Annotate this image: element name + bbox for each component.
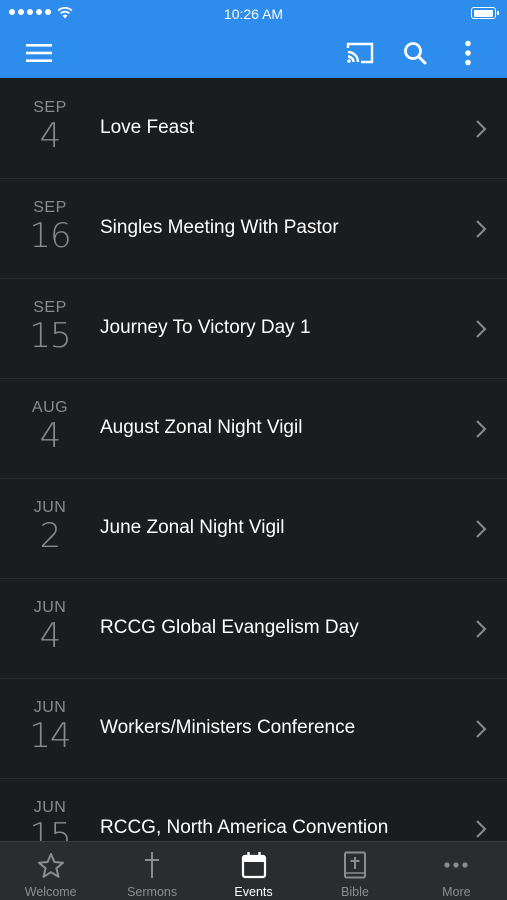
event-day: 4	[39, 616, 62, 656]
event-month: JUN	[33, 799, 67, 816]
chevron-right-icon	[476, 220, 487, 238]
event-day: 15	[29, 316, 71, 356]
vertical-ellipsis-icon	[465, 40, 471, 66]
event-row[interactable]: SEP 15 Journey To Victory Day 1	[0, 279, 507, 379]
tab-label: Events	[234, 885, 273, 899]
tab-sermons[interactable]: Sermons	[101, 842, 202, 900]
event-row[interactable]: AUG 4 August Zonal Night Vigil	[0, 379, 507, 479]
cast-icon	[346, 42, 374, 64]
tab-label: Sermons	[127, 885, 178, 899]
chevron-right-icon	[476, 120, 487, 138]
event-month: SEP	[33, 199, 67, 216]
event-month: AUG	[31, 399, 69, 416]
search-button[interactable]	[399, 37, 431, 69]
event-row[interactable]: JUN 2 June Zonal Night Vigil	[0, 479, 507, 579]
event-title: RCCG Global Evangelism Day	[100, 617, 359, 638]
event-title: Singles Meeting With Pastor	[100, 217, 339, 238]
event-row[interactable]: JUN 4 RCCG Global Evangelism Day	[0, 579, 507, 679]
cross-icon	[145, 852, 160, 878]
ellipsis-icon	[444, 862, 468, 868]
tab-label: Welcome	[24, 885, 77, 899]
event-day: 4	[39, 416, 62, 456]
event-row[interactable]: SEP 16 Singles Meeting With Pastor	[0, 179, 507, 279]
app-bar	[0, 28, 507, 78]
event-month: SEP	[33, 99, 67, 116]
chevron-right-icon	[476, 720, 487, 738]
event-day: 4	[39, 116, 62, 156]
tab-more[interactable]: More	[406, 842, 507, 900]
event-row[interactable]: SEP 4 Love Feast	[0, 79, 507, 179]
tab-label: More	[442, 885, 471, 899]
event-month: JUN	[33, 599, 67, 616]
tab-bar: Welcome Sermons Events Bible More	[0, 841, 507, 900]
event-list: SEP 4 Love Feast SEP 16 Singles Meeting …	[0, 79, 507, 841]
chevron-right-icon	[476, 520, 487, 538]
overflow-menu-button[interactable]	[452, 37, 484, 69]
event-date: SEP 15	[20, 299, 80, 355]
status-time: 10:26 AM	[223, 6, 284, 22]
event-title: Journey To Victory Day 1	[100, 317, 311, 338]
event-date: JUN 15	[20, 799, 80, 841]
event-title: Love Feast	[100, 117, 194, 138]
hamburger-icon	[26, 44, 52, 62]
chevron-right-icon	[476, 820, 487, 838]
event-date: SEP 4	[20, 99, 80, 155]
event-date: JUN 2	[20, 499, 80, 555]
event-day: 14	[29, 716, 71, 756]
event-date: AUG 4	[20, 399, 80, 455]
chevron-right-icon	[476, 420, 487, 438]
chevron-right-icon	[476, 620, 487, 638]
event-date: JUN 14	[20, 699, 80, 755]
tab-events[interactable]: Events	[203, 842, 304, 900]
event-month: JUN	[33, 499, 67, 516]
tab-label: Bible	[341, 885, 369, 899]
event-date: JUN 4	[20, 599, 80, 655]
event-day: 15	[29, 816, 71, 841]
menu-button[interactable]	[23, 37, 55, 69]
event-month: JUN	[33, 699, 67, 716]
event-month: SEP	[33, 299, 67, 316]
event-day: 2	[39, 516, 62, 556]
event-date: SEP 16	[20, 199, 80, 255]
chevron-right-icon	[476, 320, 487, 338]
tab-bible[interactable]: Bible	[304, 842, 405, 900]
calendar-icon	[241, 852, 266, 879]
event-row[interactable]: JUN 14 Workers/Ministers Conference	[0, 679, 507, 779]
status-bar: 10:26 AM	[0, 0, 507, 28]
event-title: August Zonal Night Vigil	[100, 417, 303, 438]
event-day: 16	[29, 216, 71, 256]
battery-icon	[471, 7, 499, 19]
search-icon	[404, 42, 427, 65]
tab-welcome[interactable]: Welcome	[0, 842, 101, 900]
event-title: June Zonal Night Vigil	[100, 517, 285, 538]
event-row[interactable]: JUN 15 RCCG, North America Convention	[0, 779, 507, 841]
star-icon	[37, 852, 64, 878]
event-title: Workers/Ministers Conference	[100, 717, 356, 738]
event-title: RCCG, North America Convention	[100, 817, 389, 838]
bible-icon	[343, 851, 366, 879]
cast-button[interactable]	[344, 37, 376, 69]
